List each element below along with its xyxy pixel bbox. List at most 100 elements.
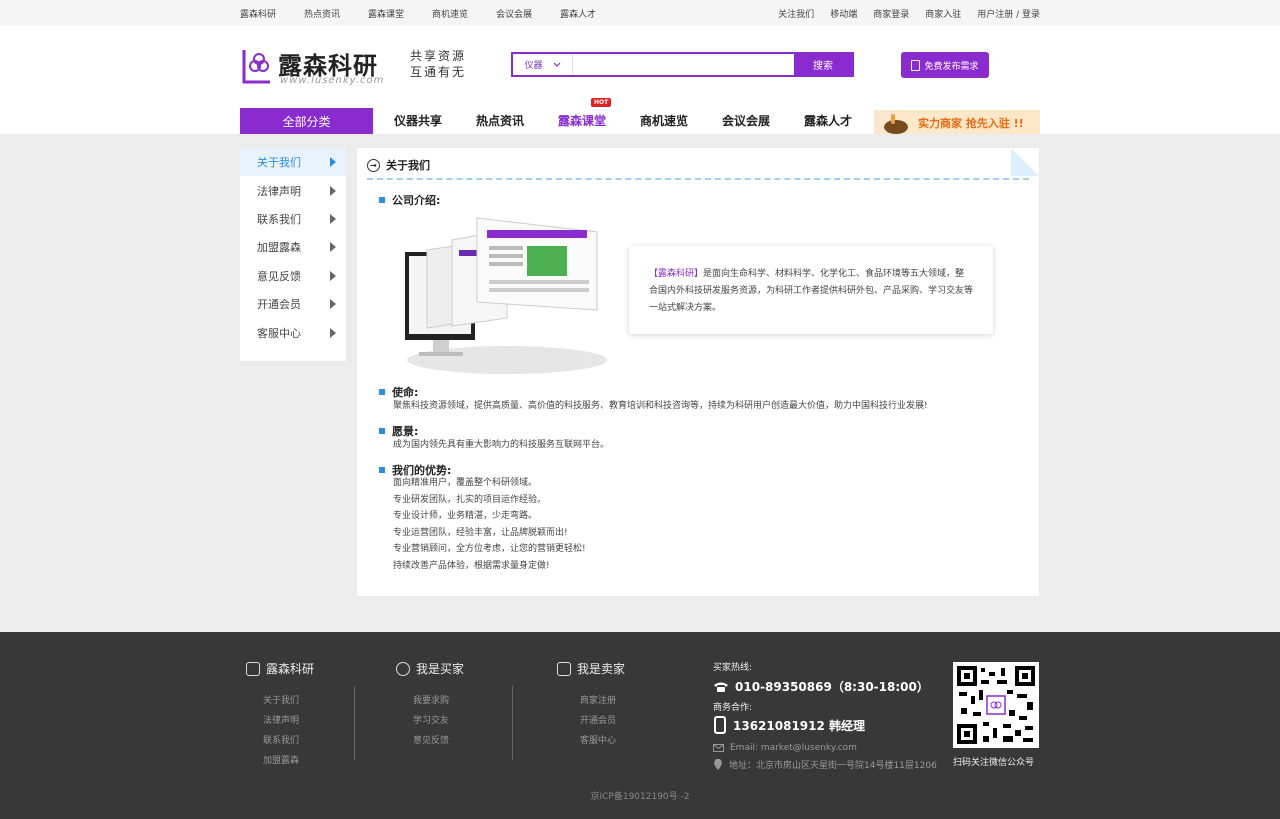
footer-col-lusen: 露森科研 关于我们 法律声明 联系我们 加盟露森 bbox=[246, 660, 314, 771]
nav-item-lusen-class-label: 露森课堂 bbox=[557, 114, 606, 128]
footer-link-membership[interactable]: 开通会员 bbox=[580, 711, 625, 731]
footer-link-about[interactable]: 关于我们 bbox=[263, 691, 314, 711]
sidebar-item-label: 联系我们 bbox=[257, 212, 301, 226]
hotline-label: 买家热线: bbox=[713, 663, 753, 673]
top-link-meeting[interactable]: 会议会展 bbox=[496, 7, 532, 20]
top-link-merchant-login[interactable]: 商家登录 bbox=[873, 7, 909, 20]
top-link-merchant-join[interactable]: 商家入驻 bbox=[925, 7, 961, 20]
page-title: → 关于我们 bbox=[367, 156, 430, 174]
email: Email: market@lusenky.com bbox=[713, 743, 953, 753]
sidebar-item-feedback[interactable]: 意见反馈 bbox=[240, 262, 346, 290]
title-divider bbox=[367, 178, 1029, 180]
top-link-business[interactable]: 商机速览 bbox=[432, 7, 468, 20]
sidebar-item-about[interactable]: 关于我们 bbox=[240, 148, 346, 177]
sidebar-item-membership[interactable]: 开通会员 bbox=[240, 290, 346, 318]
slogan-line-1: 共享资源 bbox=[410, 49, 467, 63]
intro-heading-text: 公司介绍: bbox=[392, 194, 441, 207]
nav-item-meeting[interactable]: 会议会展 bbox=[705, 112, 787, 129]
site-logo[interactable]: 露森科研 www.lusenky.com bbox=[240, 46, 400, 88]
hotline-number: 010-89350869（8:30-18:00） bbox=[735, 680, 929, 694]
intro-heading: 公司介绍: bbox=[379, 192, 440, 208]
qr-caption: 扫码关注微信公众号 bbox=[953, 758, 1035, 768]
search-button[interactable]: 搜索 bbox=[794, 54, 852, 75]
icp-record[interactable]: 京ICP备19012190号 -2 bbox=[0, 789, 1280, 802]
footer-divider bbox=[512, 686, 513, 760]
nav-item-business[interactable]: 商机速览 bbox=[623, 112, 705, 129]
mission-text: 聚焦科技资源领域，提供高质量、高价值的科技服务、教育培训和科技咨询等，持续为科研… bbox=[393, 401, 928, 411]
top-link-class[interactable]: 露森课堂 bbox=[368, 7, 404, 20]
logo-mark-icon bbox=[242, 50, 270, 84]
top-link-talent[interactable]: 露森人才 bbox=[560, 7, 596, 20]
footer-contact: 买家热线: 010-89350869（8:30-18:00） 商务合作: 136… bbox=[713, 660, 953, 771]
top-link-news[interactable]: 热点资讯 bbox=[304, 7, 340, 20]
top-link-follow[interactable]: 关注我们 bbox=[778, 7, 814, 20]
sidebar-item-contact[interactable]: 联系我们 bbox=[240, 205, 346, 233]
bullet-square-icon bbox=[379, 428, 385, 434]
footer-col-buyer: 我是买家 我要求购 学习交友 意见反馈 bbox=[396, 660, 464, 751]
nav-item-lusen-class[interactable]: 露森课堂 HOT bbox=[541, 98, 623, 129]
slogan-line-2: 互通有无 bbox=[410, 65, 467, 79]
footer-divider bbox=[354, 686, 355, 760]
footer-link-feedback[interactable]: 意见反馈 bbox=[413, 731, 464, 751]
merchant-join-banner-text: 实力商家 抢先入驻 !! bbox=[918, 117, 1024, 130]
footer-col-lusen-title-text: 露森科研 bbox=[266, 662, 315, 676]
nav-item-talent[interactable]: 露森人才 bbox=[787, 112, 869, 129]
sidebar: 关于我们 法律声明 联系我们 加盟露森 意见反馈 开通会员 客服中心 bbox=[240, 148, 346, 361]
store-icon bbox=[557, 661, 571, 676]
top-link-user-register-login[interactable]: 用户注册 / 登录 bbox=[977, 7, 1040, 20]
footer-col-seller: 我是卖家 商家注册 开通会员 客服中心 bbox=[557, 660, 625, 751]
nav-item-instrument-share[interactable]: 仪器共享 bbox=[377, 112, 459, 129]
footer-link-service[interactable]: 客服中心 bbox=[580, 731, 625, 751]
top-link-mobile[interactable]: 移动端 bbox=[830, 7, 857, 20]
user-icon bbox=[396, 661, 410, 676]
search-input[interactable] bbox=[575, 54, 795, 75]
sidebar-item-join[interactable]: 加盟露森 bbox=[240, 233, 346, 261]
list-item: 专业研发团队，扎实的项目运作经验。 bbox=[393, 494, 547, 505]
sidebar-item-legal[interactable]: 法律声明 bbox=[240, 176, 346, 204]
footer-col-seller-title-text: 我是卖家 bbox=[577, 662, 626, 676]
qr-code-icon bbox=[957, 666, 1035, 744]
footer-link-join[interactable]: 加盟露森 bbox=[263, 751, 314, 771]
arrow-circle-icon: → bbox=[367, 158, 380, 172]
arrow-right-icon bbox=[330, 157, 336, 168]
arrow-right-icon bbox=[330, 185, 336, 196]
logo-mark-icon bbox=[246, 661, 260, 676]
wechat-qr-code bbox=[953, 662, 1039, 748]
header: 露森科研 www.lusenky.com 共享资源 互通有无 仪器 搜索 免费发… bbox=[0, 26, 1280, 134]
address-text: 地址：北京市房山区天星街一号院14号楼11层1206 bbox=[729, 761, 937, 771]
business-contact: 13621081912 韩经理 bbox=[713, 716, 953, 734]
footer-link-study[interactable]: 学习交友 bbox=[413, 711, 464, 731]
footer-link-merchant-register[interactable]: 商家注册 bbox=[580, 691, 625, 711]
nav-item-hot-news[interactable]: 热点资讯 bbox=[459, 112, 541, 129]
address: 地址：北京市房山区天星街一号院14号楼11层1206 bbox=[713, 758, 953, 771]
publish-demand-button[interactable]: 免费发布需求 bbox=[901, 52, 989, 78]
business-label: 商务合作: bbox=[713, 703, 753, 713]
merchant-join-banner[interactable]: 实力商家 抢先入驻 !! bbox=[874, 110, 1040, 134]
footer-link-request[interactable]: 我要求购 bbox=[413, 691, 464, 711]
email-text[interactable]: Email: market@lusenky.com bbox=[730, 743, 857, 753]
page-corner-fold bbox=[1011, 148, 1039, 176]
sidebar-item-label: 开通会员 bbox=[257, 298, 301, 312]
list-item: 持续改善产品体验，根据需求量身定做! bbox=[393, 560, 550, 571]
search-bar: 仪器 搜索 bbox=[511, 52, 854, 77]
all-categories-button[interactable]: 全部分类 bbox=[240, 108, 373, 134]
arrow-right-icon bbox=[330, 213, 336, 224]
sidebar-item-label: 法律声明 bbox=[257, 184, 301, 198]
footer-link-legal[interactable]: 法律声明 bbox=[263, 711, 314, 731]
website-screens-illustration bbox=[405, 217, 607, 374]
hot-badge: HOT bbox=[591, 98, 612, 107]
publish-demand-label: 免费发布需求 bbox=[924, 61, 979, 72]
logo-url: www.lusenky.com bbox=[280, 75, 385, 86]
arrow-right-icon bbox=[330, 270, 336, 281]
footer-col-seller-title: 我是卖家 bbox=[557, 660, 625, 677]
list-item: 专业营销顾问，全方位考虑，让您的营销更轻松! bbox=[393, 544, 586, 554]
list-item: 专业运营团队，经验丰富，让品牌脱颖而出! bbox=[393, 527, 568, 538]
top-link-lusen[interactable]: 露森科研 bbox=[240, 7, 276, 20]
footer-link-contact[interactable]: 联系我们 bbox=[263, 731, 314, 751]
bullet-square-icon bbox=[379, 389, 385, 395]
sidebar-item-service[interactable]: 客服中心 bbox=[240, 318, 346, 346]
search-category-value: 仪器 bbox=[524, 61, 543, 71]
hotline: 010-89350869（8:30-18:00） bbox=[713, 678, 953, 695]
search-category-select[interactable]: 仪器 bbox=[513, 54, 573, 75]
sidebar-item-label: 客服中心 bbox=[257, 326, 301, 340]
